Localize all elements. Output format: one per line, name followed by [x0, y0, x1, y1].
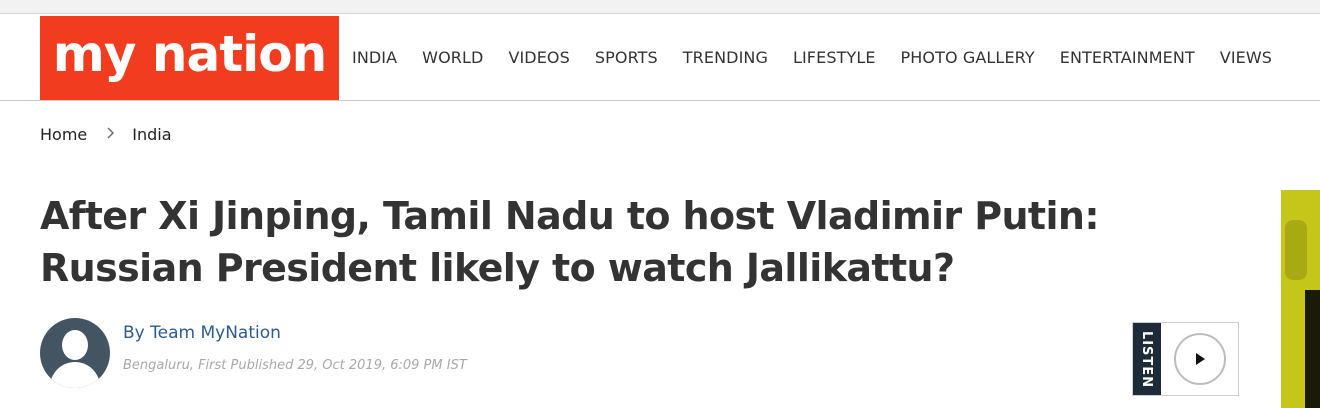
avatar-body-shape	[50, 362, 100, 388]
nav-item-lifestyle[interactable]: LIFESTYLE	[793, 48, 876, 67]
avatar-head-shape	[62, 330, 88, 360]
breadcrumb-section[interactable]: India	[132, 125, 171, 144]
listen-widget[interactable]: LISTEN	[1132, 322, 1239, 396]
ad-graphic-shape-dark	[1305, 290, 1320, 408]
nav-item-india[interactable]: INDIA	[352, 48, 397, 67]
nav-item-views[interactable]: VIEWS	[1220, 48, 1272, 67]
author-byline[interactable]: By Team MyNation	[123, 323, 281, 343]
main-nav: INDIA WORLD VIDEOS SPORTS TRENDING LIFES…	[340, 14, 1285, 100]
breadcrumb: Home India	[40, 125, 172, 144]
logo-text: my nation	[52, 25, 327, 83]
site-logo[interactable]: my nation	[40, 16, 339, 100]
nav-item-trending[interactable]: TRENDING	[683, 48, 768, 67]
site-header: my nation INDIA WORLD VIDEOS SPORTS TREN…	[0, 14, 1320, 101]
ad-graphic-shape	[1285, 220, 1307, 280]
nav-item-entertainment[interactable]: ENTERTAINMENT	[1060, 48, 1195, 67]
chevron-right-icon	[106, 127, 115, 143]
play-icon	[1196, 353, 1205, 365]
publish-meta: Bengaluru, First Published 29, Oct 2019,…	[123, 358, 467, 373]
listen-label: LISTEN	[1139, 330, 1155, 388]
article-headline: After Xi Jinping, Tamil Nadu to host Vla…	[40, 194, 1100, 290]
author-avatar[interactable]	[40, 318, 110, 388]
side-advertisement[interactable]	[1281, 190, 1320, 408]
nav-item-photo-gallery[interactable]: PHOTO GALLERY	[901, 48, 1035, 67]
nav-item-sports[interactable]: SPORTS	[595, 48, 658, 67]
breadcrumb-home[interactable]: Home	[40, 125, 87, 144]
browser-top-strip	[0, 0, 1320, 14]
listen-tab: LISTEN	[1133, 323, 1161, 395]
nav-item-world[interactable]: WORLD	[422, 48, 483, 67]
nav-item-videos[interactable]: VIDEOS	[508, 48, 569, 67]
play-button[interactable]	[1174, 333, 1226, 385]
